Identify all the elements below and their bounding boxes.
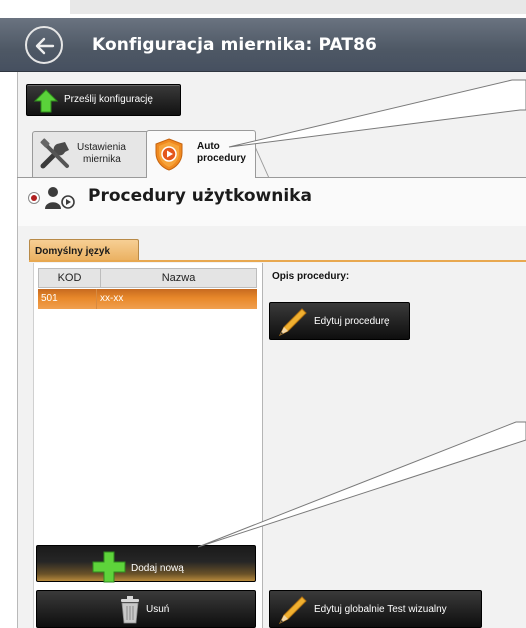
back-button[interactable] (25, 26, 63, 64)
delete-button[interactable]: Usuń (36, 590, 256, 628)
procedure-description-label: Opis procedury: (272, 271, 350, 282)
row-code: 501 (41, 293, 58, 304)
language-tab-underline (29, 260, 526, 262)
add-new-button[interactable]: Dodaj nową (36, 545, 256, 583)
user-procedure-icon (45, 187, 75, 209)
send-configuration-label: Prześlij konfigurację (64, 94, 153, 105)
pencil-icon (278, 308, 307, 337)
section-title: Procedury użytkownika (88, 186, 312, 206)
tools-icon (40, 138, 69, 169)
top-strip (0, 0, 526, 18)
table-row[interactable]: 501 xx-xx (38, 289, 257, 309)
tab-auto-procedures-label: Auto procedury (197, 141, 246, 164)
column-header-name[interactable]: Nazwa (101, 269, 256, 287)
trash-icon (121, 596, 139, 624)
upload-arrow-icon (33, 89, 59, 113)
tab-meter-settings-label: Ustawienia miernika (77, 142, 126, 165)
edit-global-visual-test-button[interactable]: Edytuj globalnie Test wizualny (269, 590, 482, 628)
tab-default-language[interactable]: Domyślny język (29, 239, 139, 261)
add-new-label: Dodaj nową (131, 563, 184, 574)
edit-procedure-button[interactable]: Edytuj procedurę (269, 302, 410, 340)
row-separator (96, 289, 97, 309)
row-name: xx-xx (100, 293, 124, 304)
column-header-code[interactable]: KOD (39, 269, 101, 287)
auto-procedure-shield-icon (155, 138, 183, 171)
delete-label: Usuń (146, 604, 170, 615)
tab-default-language-label: Domyślny język (35, 246, 111, 257)
active-tab-join (147, 176, 255, 179)
pencil-icon (278, 596, 307, 625)
top-strip-grey (70, 0, 526, 14)
send-configuration-button[interactable]: Prześlij konfigurację (26, 84, 181, 116)
edit-global-visual-test-label: Edytuj globalnie Test wizualny (314, 604, 447, 615)
plus-icon (92, 551, 126, 583)
procedures-table-header: KOD Nazwa (38, 268, 257, 288)
section-radio[interactable] (28, 192, 40, 204)
window-header: Konfiguracja miernika: PAT86 (0, 18, 526, 72)
edit-procedure-label: Edytuj procedurę (314, 316, 390, 327)
window-title: Konfiguracja miernika: PAT86 (92, 35, 377, 55)
tab-auto-procedures[interactable]: Auto procedury (146, 130, 256, 178)
arrow-left-icon (35, 37, 55, 55)
